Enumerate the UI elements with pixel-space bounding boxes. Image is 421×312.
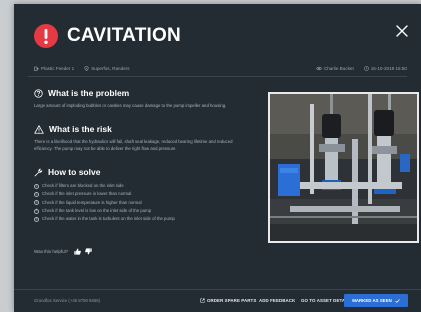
checkmark-icon: [395, 298, 400, 303]
location-info: Superfos, Randers: [84, 66, 130, 71]
eye-icon: [316, 66, 322, 71]
dialog-footer: Grundfos Service (+45 8750 5656) ORDER S…: [14, 289, 421, 312]
user-info: Charlie Bucket: [316, 66, 354, 71]
pump-info: Plastic Feeder 1: [34, 66, 74, 71]
service-contact: Grundfos Service (+45 8750 5656): [34, 298, 101, 303]
pump-installation-image: [270, 94, 417, 241]
mark-as-seen-label: MARKED AS SEEN: [352, 298, 392, 303]
step-number: 1: [34, 183, 39, 189]
step-number: 4: [34, 208, 39, 214]
close-icon: [396, 25, 408, 37]
step-number: 3: [34, 200, 39, 206]
helpful-feedback: Was this helpful?: [34, 248, 92, 255]
add-feedback-label: ADD FEEDBACK: [259, 298, 296, 303]
list-item: 3 Check if the liquid temperature is high…: [34, 199, 249, 207]
wrench-icon: [34, 168, 43, 176]
location-name: Superfos, Randers: [91, 66, 130, 71]
step-text: Check if the liquid temperature is highe…: [42, 199, 142, 205]
solve-steps: 1 Check if filters are blocked on the inl…: [34, 182, 249, 223]
problem-text: Large amount of imploding bubbles or cav…: [34, 103, 227, 108]
external-link-icon: [200, 298, 205, 303]
content-column: What is the problem Large amount of impl…: [34, 88, 249, 223]
list-item: 2 Check if the inlet pressure is lower th…: [34, 190, 249, 198]
helpful-question: Was this helpful?: [34, 249, 69, 254]
order-spare-parts-label: ORDER SPARE PARTS: [207, 298, 257, 303]
solve-heading: How to solve: [48, 167, 101, 177]
risk-section: What is the risk There is a likelihood t…: [34, 124, 249, 152]
close-button[interactable]: [395, 24, 409, 38]
mark-as-seen-button[interactable]: MARKED AS SEEN: [344, 294, 408, 307]
list-item: 5 Check if the water in the tank is turbu…: [34, 215, 249, 223]
risk-text: There is a likelihood that the hydraulic…: [34, 139, 233, 151]
thumbs-down-icon[interactable]: [85, 248, 92, 255]
problem-heading: What is the problem: [48, 88, 130, 98]
step-number: 2: [34, 191, 39, 197]
risk-heading: What is the risk: [49, 124, 112, 134]
alert-dialog: CAVITATION Plastic Feeder 1 Superfos, Ra…: [14, 4, 421, 312]
question-circle-icon: [34, 88, 43, 98]
list-item: 1 Check if filters are blocked on the inl…: [34, 182, 249, 190]
location-pin-icon: [84, 66, 89, 71]
step-text: Check if filters are blocked on the inle…: [42, 183, 124, 188]
pump-name: Plastic Feeder 1: [41, 66, 75, 71]
pump-icon: [34, 66, 39, 71]
warning-triangle-icon: [34, 124, 44, 134]
header-divider: [28, 76, 407, 77]
time-info: 15-10-2019 15:50: [363, 66, 407, 71]
clock-icon: [363, 66, 369, 71]
pump-photo: [268, 92, 419, 243]
order-spare-parts-button[interactable]: ORDER SPARE PARTS: [200, 298, 256, 303]
step-number: 5: [34, 216, 39, 222]
problem-section: What is the problem Large amount of impl…: [34, 88, 249, 109]
timestamp: 15-10-2019 15:50: [370, 66, 407, 71]
thumbs-up-icon[interactable]: [74, 248, 81, 255]
exclamation-circle-icon: [34, 24, 58, 48]
meta-bar: Plastic Feeder 1 Superfos, Randers Charl…: [34, 63, 407, 75]
user-name: Charlie Bucket: [323, 66, 354, 71]
list-item: 4 Check if the tank level is low on the i…: [34, 207, 249, 215]
dialog-header: CAVITATION: [34, 24, 181, 48]
step-text: Check if the water in the tank is turbul…: [42, 216, 175, 222]
step-text: Check if the inlet pressure is lower tha…: [42, 191, 132, 197]
step-text: Check if the tank level is low on the in…: [42, 207, 152, 213]
solve-section: How to solve 1 Check if filters are block…: [34, 167, 249, 223]
dialog-title: CAVITATION: [67, 25, 181, 46]
add-feedback-button[interactable]: ADD FEEDBACK: [259, 298, 295, 303]
